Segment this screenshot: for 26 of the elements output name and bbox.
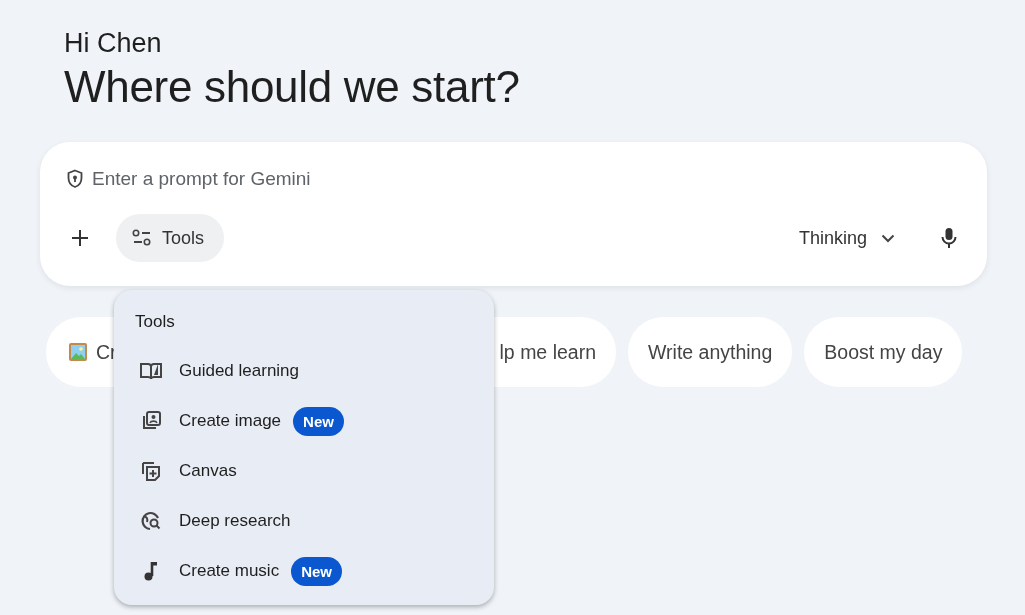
canvas-add-icon	[140, 460, 162, 482]
new-badge: New	[291, 556, 342, 586]
menu-title: Tools	[135, 312, 175, 332]
image-stack-icon	[140, 410, 162, 432]
menu-item[interactable]: Create music	[179, 561, 280, 581]
greeting-text: Hi Chen	[64, 28, 162, 59]
page-heading: Where should we start?	[64, 62, 520, 112]
picture-icon	[68, 342, 88, 362]
music-note-icon	[143, 560, 159, 582]
microphone-button[interactable]	[941, 227, 957, 249]
suggestion-chip[interactable]: Write anything	[628, 317, 793, 387]
menu-item[interactable]: Guided learning	[179, 361, 300, 381]
menu-item[interactable]: Create image	[179, 411, 282, 431]
mode-dropdown[interactable]: Thinking	[798, 227, 895, 249]
tune-icon	[132, 229, 152, 247]
chevron-down-icon	[881, 233, 895, 243]
book-icon	[139, 361, 163, 381]
tools-button[interactable]: Tools	[116, 214, 225, 262]
menu-item[interactable]: Deep research	[179, 511, 291, 531]
suggestion-chip[interactable]: Boost my day	[804, 317, 963, 387]
globe-search-icon	[140, 510, 162, 532]
add-button[interactable]	[70, 228, 90, 248]
prompt-input-placeholder[interactable]: Enter a prompt for Gemini	[92, 168, 311, 190]
shield-icon	[66, 169, 84, 189]
menu-item[interactable]: Canvas	[179, 461, 237, 481]
new-badge: New	[293, 406, 344, 436]
